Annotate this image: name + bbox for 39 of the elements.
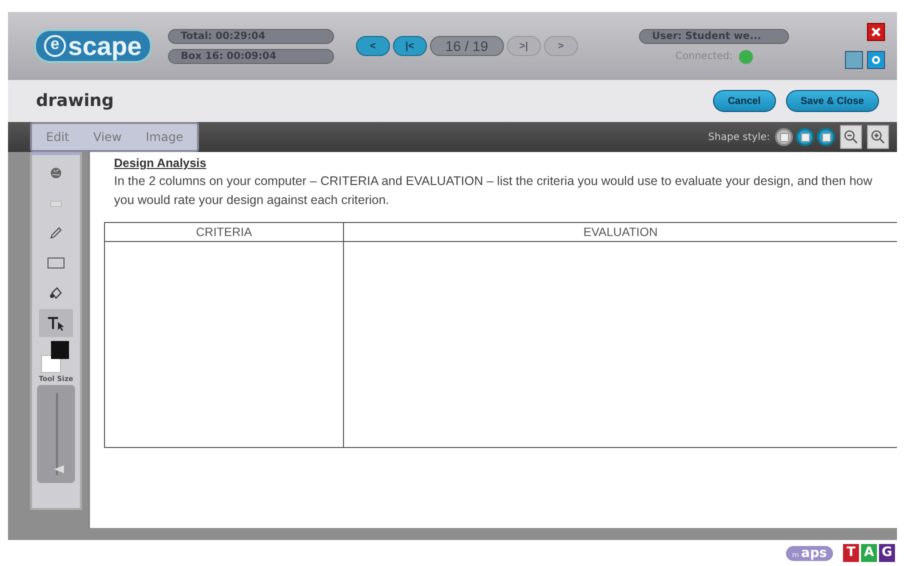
canvas-heading: Design Analysis (114, 156, 206, 170)
zoom-in-button[interactable] (867, 125, 889, 149)
menu-item[interactable]: Edit (46, 130, 70, 144)
shape-style-option[interactable] (775, 128, 793, 146)
tag-logo-letter: A (861, 544, 877, 562)
timer-display: Box 16: 00:09:04 (168, 48, 334, 64)
timer-display: Total: 00:29:04 (168, 28, 334, 44)
shape-style-option[interactable] (796, 128, 814, 146)
zoom-out-button[interactable] (840, 125, 862, 149)
tag-logo-letter: G (879, 544, 895, 562)
settings-button[interactable] (867, 51, 885, 69)
column-header: CRITERIA (105, 223, 344, 242)
column-header: EVALUATION (344, 223, 897, 242)
logo: e scape (34, 29, 152, 63)
ring-icon (871, 55, 881, 65)
action-button[interactable]: Save & Close (786, 90, 879, 112)
close-icon (870, 26, 882, 38)
zoom-in-icon (870, 129, 886, 145)
zoom-out-icon (843, 129, 859, 145)
text-tool-icon (47, 315, 65, 331)
menu-item[interactable]: Image (146, 130, 184, 144)
rectangle-icon (47, 256, 65, 270)
tool-size-slider[interactable] (37, 385, 75, 483)
user-name: User: Student we... (639, 28, 789, 44)
nav-button[interactable]: 16 / 19 (430, 36, 504, 56)
paint-bucket-icon (48, 285, 64, 301)
close-button[interactable] (867, 23, 885, 41)
nav-button[interactable]: |< (392, 36, 427, 56)
instruction-text: In the 2 columns on your computer – CRITERIA and EVALUATION – list the criteria you would use to evaluate your design, and then how you would rate your design against each criterion. (114, 173, 874, 209)
shape-style-label: Shape style: (708, 132, 770, 142)
pencil-icon (48, 225, 64, 241)
shape-style-option[interactable] (817, 128, 835, 146)
nav-button[interactable]: < (356, 36, 390, 56)
globe-icon (49, 166, 63, 180)
window-title: drawing (36, 91, 114, 111)
action-button[interactable]: Cancel (712, 90, 776, 112)
text-tool[interactable] (39, 309, 73, 337)
menu-item[interactable]: View (93, 130, 122, 144)
tag-logo-letter: T (843, 544, 859, 562)
